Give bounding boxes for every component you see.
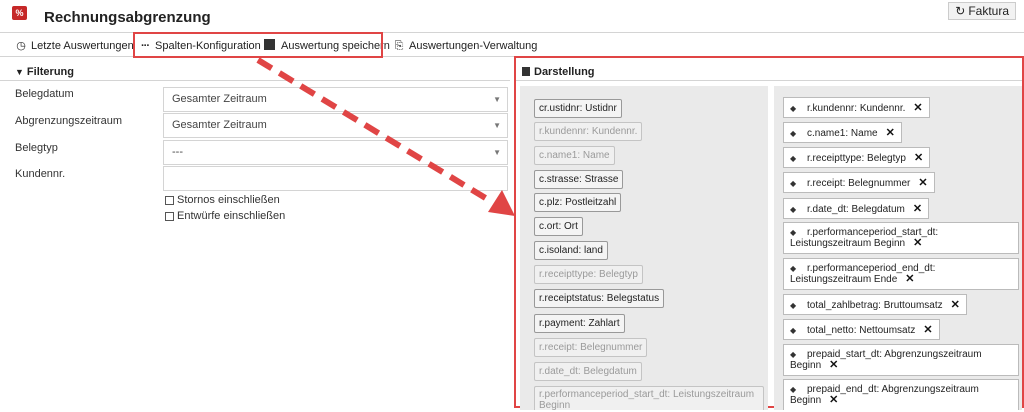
report-management-button[interactable]: ⎘ Auswertungen-Verwaltung <box>392 38 538 54</box>
selected-column-chip[interactable]: ◆ total_zahlbetrag: Bruttoumsatz ✕ <box>783 294 967 315</box>
faktura-label: Faktura <box>968 4 1009 18</box>
recent-reports-label: Letzte Auswertungen <box>31 40 134 52</box>
abgrenzungszeitraum-select[interactable]: Gesamter Zeitraum ▼ <box>163 113 508 138</box>
selected-column-chip[interactable]: ◆ r.receipttype: Belegtyp ✕ <box>783 147 931 168</box>
checkbox-box[interactable] <box>165 211 174 221</box>
drag-handle-icon[interactable]: ◆ <box>790 263 800 274</box>
selected-column-label: r.receipt: Belegnummer <box>807 178 911 189</box>
belegdatum-value: Gesamter Zeitraum <box>172 93 267 105</box>
refresh-icon: ↻ <box>955 4 966 18</box>
drag-handle-icon[interactable]: ◆ <box>790 104 800 113</box>
drag-handle-icon[interactable]: ◆ <box>790 349 800 360</box>
drag-handle-icon[interactable]: ◆ <box>790 179 800 188</box>
available-column-chip[interactable]: c.ort: Ort <box>534 217 583 236</box>
selected-column-chip[interactable]: ◆ prepaid_start_dt: Abgrenzungszeitraum B… <box>783 344 1019 376</box>
report-management-label: Auswertungen-Verwaltung <box>409 40 538 52</box>
drag-handle-icon[interactable]: ◆ <box>790 326 800 335</box>
belegtyp-value: --- <box>172 146 183 158</box>
stornos-checkbox[interactable]: Stornos einschließen <box>165 194 280 206</box>
close-icon[interactable]: ✕ <box>905 273 914 285</box>
selected-column-label: r.kundennr: Kundennr. <box>807 103 906 114</box>
recent-reports-button[interactable]: ◷ Letzte Auswertungen <box>14 38 134 54</box>
faktura-button[interactable]: ↻ Faktura <box>948 2 1016 20</box>
close-icon[interactable]: ✕ <box>829 359 838 371</box>
stornos-label: Stornos einschließen <box>177 194 280 206</box>
close-icon[interactable]: ✕ <box>913 203 922 215</box>
drag-handle-icon[interactable]: ◆ <box>790 301 800 310</box>
available-column-chip[interactable]: c.isoland: land <box>534 241 608 260</box>
selected-column-chip[interactable]: ◆ r.kundennr: Kundennr. ✕ <box>783 97 930 118</box>
available-column-chip[interactable]: c.name1: Name <box>534 146 615 165</box>
selected-column-label: c.name1: Name <box>807 128 878 139</box>
display-section-title: Darstellung <box>522 66 595 78</box>
abgrenzungszeitraum-value: Gesamter Zeitraum <box>172 119 267 131</box>
filter-section-title: ▼ Filterung <box>15 66 74 78</box>
entwuerfe-label: Entwürfe einschließen <box>177 210 286 222</box>
available-column-chip[interactable]: r.receiptstatus: Belegstatus <box>534 289 665 308</box>
selected-column-chip[interactable]: ◆ total_netto: Nettoumsatz ✕ <box>783 319 940 340</box>
selected-column-label: r.receipttype: Belegtyp <box>807 153 906 164</box>
page-title: Rechnungsabgrenzung <box>44 9 211 26</box>
entwuerfe-checkbox[interactable]: Entwürfe einschließen <box>165 210 285 222</box>
available-column-chip[interactable]: r.kundennr: Kundennr. <box>534 122 643 141</box>
selected-column-label: total_netto: Nettoumsatz <box>807 325 916 336</box>
selected-column-label: prepaid_end_dt: Abgrenzungszeitraum Begi… <box>790 384 979 406</box>
close-icon[interactable]: ✕ <box>829 394 838 406</box>
close-icon[interactable]: ✕ <box>914 152 923 164</box>
drag-handle-icon[interactable]: ◆ <box>790 129 800 138</box>
available-column-chip[interactable]: cr.ustidnr: Ustidnr <box>534 99 622 118</box>
belegtyp-label: Belegtyp <box>15 142 58 154</box>
display-title-label: Darstellung <box>534 66 595 78</box>
selected-column-chip[interactable]: ◆ r.performanceperiod_start_dt: Leistungs… <box>783 222 1019 254</box>
available-column-chip[interactable]: c.plz: Postleitzahl <box>534 193 622 212</box>
available-column-chip[interactable]: r.receipttype: Belegtyp <box>534 265 643 284</box>
chevron-down-icon: ▼ <box>493 121 501 130</box>
display-divider <box>516 80 1022 81</box>
app-logo-icon: % <box>12 6 27 20</box>
abgrenzungszeitraum-label: Abgrenzungszeitraum <box>15 115 123 127</box>
list-icon <box>522 67 530 76</box>
toolbar-highlight-box <box>133 32 383 58</box>
kundennr-input[interactable] <box>163 166 508 191</box>
selected-column-label: total_zahlbetrag: Bruttoumsatz <box>807 300 943 311</box>
close-icon[interactable]: ✕ <box>918 177 927 189</box>
close-icon[interactable]: ✕ <box>913 237 922 249</box>
belegdatum-select[interactable]: Gesamter Zeitraum ▼ <box>163 87 508 112</box>
funnel-icon: ▼ <box>15 67 24 77</box>
close-icon[interactable]: ✕ <box>951 299 960 311</box>
available-column-chip[interactable]: r.performanceperiod_start_dt: Leistungsz… <box>534 386 764 410</box>
selected-column-chip[interactable]: ◆ prepaid_end_dt: Abgrenzungszeitraum Beg… <box>783 379 1019 410</box>
available-column-chip[interactable]: r.receipt: Belegnummer <box>534 338 648 357</box>
available-column-chip[interactable]: c.strasse: Strasse <box>534 170 624 189</box>
arrow-head <box>488 190 515 216</box>
report-manage-icon: ⎘ <box>394 40 404 52</box>
close-icon[interactable]: ✕ <box>923 324 932 336</box>
drag-handle-icon[interactable]: ◆ <box>790 384 800 395</box>
drag-handle-icon[interactable]: ◆ <box>790 205 800 214</box>
selected-column-label: r.date_dt: Belegdatum <box>807 204 905 215</box>
selected-columns-list: ◆ r.kundennr: Kundennr. ✕ ◆ c.name1: Name ✕ … <box>774 86 1022 410</box>
available-column-chip[interactable]: r.payment: Zahlart <box>534 314 625 333</box>
available-column-chip[interactable]: r.date_dt: Belegdatum <box>534 362 642 381</box>
selected-column-chip[interactable]: ◆ r.date_dt: Belegdatum ✕ <box>783 198 930 219</box>
title-bar: % Rechnungsabgrenzung ↻ Faktura <box>0 0 1024 33</box>
belegtyp-select[interactable]: --- ▼ <box>163 140 508 165</box>
checkbox-box[interactable] <box>165 195 174 205</box>
belegdatum-label: Belegdatum <box>15 88 74 100</box>
available-columns-list: cr.ustidnr: Ustidnr r.kundennr: Kundennr… <box>520 86 768 410</box>
filter-title-label: Filterung <box>26 66 74 78</box>
chevron-down-icon: ▼ <box>493 95 501 104</box>
close-icon[interactable]: ✕ <box>886 127 895 139</box>
chevron-down-icon: ▼ <box>493 148 501 157</box>
drag-handle-icon[interactable]: ◆ <box>790 154 800 163</box>
selected-column-chip[interactable]: ◆ r.performanceperiod_end_dt: Leistungsze… <box>783 258 1019 290</box>
selected-column-chip[interactable]: ◆ r.receipt: Belegnummer ✕ <box>783 172 935 193</box>
selected-column-label: prepaid_start_dt: Abgrenzungszeitraum Be… <box>790 349 982 371</box>
kundennr-label: Kundennr. <box>15 168 66 180</box>
close-icon[interactable]: ✕ <box>913 102 922 114</box>
selected-column-chip[interactable]: ◆ c.name1: Name ✕ <box>783 122 902 143</box>
filter-divider <box>0 80 510 81</box>
clock-icon: ◷ <box>16 40 26 52</box>
drag-handle-icon[interactable]: ◆ <box>790 227 800 238</box>
